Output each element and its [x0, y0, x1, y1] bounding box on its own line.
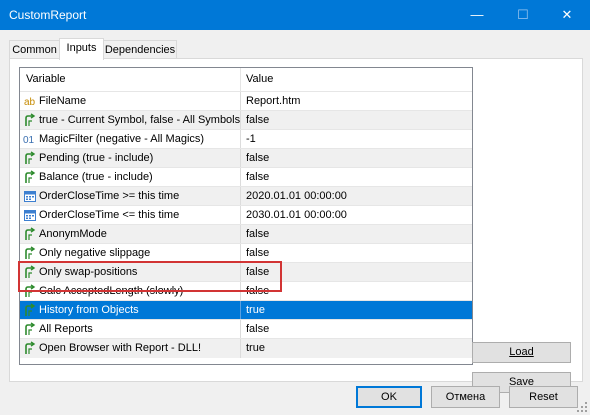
grid-header: Variable Value — [20, 68, 472, 91]
bool-arrow-icon — [23, 341, 37, 355]
value-cell[interactable]: 2030.01.01 00:00:00 — [246, 209, 347, 221]
cell-divider — [240, 339, 241, 358]
value-cell[interactable]: true — [246, 342, 265, 354]
value-cell[interactable]: false — [246, 171, 269, 183]
ok-button[interactable]: OK — [356, 386, 422, 408]
value-cell[interactable]: false — [246, 323, 269, 335]
resize-grip-icon[interactable] — [576, 401, 588, 413]
string-ab-icon: ab — [23, 94, 37, 108]
svg-text:01: 01 — [23, 135, 35, 146]
variable-cell[interactable]: Only negative slippage — [39, 247, 150, 259]
variable-cell[interactable]: Only swap-positions — [39, 266, 137, 278]
table-row[interactable]: Open Browser with Report - DLL! true — [20, 338, 472, 358]
value-cell[interactable]: Report.htm — [246, 95, 300, 107]
value-cell[interactable]: 2020.01.01 00:00:00 — [246, 190, 347, 202]
bool-arrow-icon — [23, 151, 37, 165]
bool-arrow-icon — [23, 113, 37, 127]
cell-divider — [240, 187, 241, 206]
window-title: CustomReport — [9, 8, 87, 22]
cell-divider — [240, 149, 241, 168]
value-cell[interactable]: true — [246, 304, 265, 316]
value-cell[interactable]: false — [246, 285, 269, 297]
column-header-value[interactable]: Value — [246, 73, 273, 85]
table-row[interactable]: Balance (true - include) false — [20, 167, 472, 187]
cell-divider — [240, 130, 241, 149]
cell-divider — [240, 244, 241, 263]
dialog-body: Common Inputs Dependencies Variable Valu… — [0, 30, 590, 415]
load-button-label: Load — [509, 346, 534, 358]
variable-cell[interactable]: Balance (true - include) — [39, 171, 153, 183]
variable-cell[interactable]: All Reports — [39, 323, 93, 335]
table-row[interactable]: Calc AcceptedLength (slowly) false — [20, 281, 472, 301]
variable-cell[interactable]: Pending (true - include) — [39, 152, 153, 164]
cell-divider — [240, 225, 241, 244]
bool-arrow-icon — [23, 246, 37, 260]
variable-cell[interactable]: AnonymMode — [39, 228, 107, 240]
inputs-tab-panel: Variable Value ab FileName Report.htm true … — [9, 58, 583, 393]
variable-cell[interactable]: Calc AcceptedLength (slowly) — [39, 285, 183, 297]
variable-cell[interactable]: Open Browser with Report - DLL! — [39, 342, 201, 354]
calendar-icon — [23, 208, 37, 222]
value-cell[interactable]: -1 — [246, 133, 256, 145]
cell-divider — [240, 168, 241, 187]
column-header-variable[interactable]: Variable — [26, 73, 66, 85]
table-row[interactable]: Pending (true - include) false — [20, 148, 472, 168]
window-titlebar: CustomReport — ☐ ✕ — [0, 0, 590, 30]
bool-arrow-icon — [23, 284, 37, 298]
load-button[interactable]: Load — [472, 342, 571, 363]
variable-cell[interactable]: MagicFilter (negative - All Magics) — [39, 133, 204, 145]
table-row[interactable]: History from Objects true — [20, 300, 472, 320]
table-row[interactable]: 01 MagicFilter (negative - All Magics) -1 — [20, 129, 472, 149]
value-cell[interactable]: false — [246, 247, 269, 259]
tab-inputs[interactable]: Inputs — [59, 38, 104, 60]
cancel-button[interactable]: Отмена — [431, 386, 500, 408]
value-cell[interactable]: false — [246, 266, 269, 278]
bool-arrow-icon — [23, 265, 37, 279]
tab-common[interactable]: Common — [9, 40, 60, 59]
bool-arrow-icon — [23, 303, 37, 317]
value-cell[interactable]: false — [246, 114, 269, 126]
cell-divider — [240, 301, 241, 320]
bool-arrow-icon — [23, 322, 37, 336]
variable-cell[interactable]: OrderCloseTime <= this time — [39, 209, 179, 221]
close-button[interactable]: ✕ — [544, 0, 590, 30]
table-row[interactable]: ab FileName Report.htm — [20, 91, 472, 111]
table-row[interactable]: OrderCloseTime <= this time 2030.01.01 00… — [20, 205, 472, 225]
cell-divider — [240, 282, 241, 301]
calendar-icon — [23, 189, 37, 203]
tab-dependencies[interactable]: Dependencies — [103, 40, 177, 59]
variable-cell[interactable]: History from Objects — [39, 304, 139, 316]
bool-arrow-icon — [23, 170, 37, 184]
cell-divider — [240, 320, 241, 339]
variable-cell[interactable]: FileName — [39, 95, 86, 107]
cell-divider — [240, 92, 241, 111]
cell-divider — [240, 111, 241, 130]
value-cell[interactable]: false — [246, 152, 269, 164]
column-divider[interactable] — [240, 68, 241, 91]
bool-arrow-icon — [23, 227, 37, 241]
variable-cell[interactable]: true - Current Symbol, false - All Symbo… — [39, 114, 240, 126]
table-row[interactable]: Only swap-positions false — [20, 262, 472, 282]
table-row[interactable]: AnonymMode false — [20, 224, 472, 244]
svg-text:ab: ab — [24, 97, 36, 108]
table-row[interactable]: All Reports false — [20, 319, 472, 339]
table-row[interactable]: true - Current Symbol, false - All Symbo… — [20, 110, 472, 130]
value-cell[interactable]: false — [246, 228, 269, 240]
cell-divider — [240, 263, 241, 282]
maximize-button[interactable]: ☐ — [500, 0, 546, 30]
int-01-icon: 01 — [23, 132, 37, 146]
variable-cell[interactable]: OrderCloseTime >= this time — [39, 190, 179, 202]
table-row[interactable]: Only negative slippage false — [20, 243, 472, 263]
inputs-grid[interactable]: Variable Value ab FileName Report.htm true … — [19, 67, 473, 365]
minimize-button[interactable]: — — [454, 0, 500, 30]
reset-button[interactable]: Reset — [509, 386, 578, 408]
table-row[interactable]: OrderCloseTime >= this time 2020.01.01 00… — [20, 186, 472, 206]
cell-divider — [240, 206, 241, 225]
